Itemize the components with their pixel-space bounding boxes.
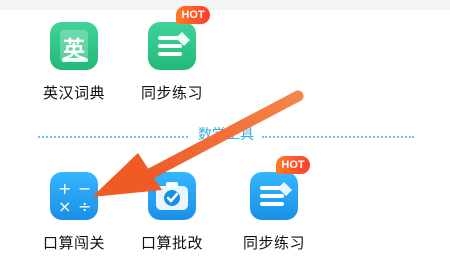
sync-practice-label-top: 同步练习 [140,84,203,102]
english-char: 英 [62,38,85,63]
mental-math-challenge-label: 口算闯关 [42,234,105,252]
mental-math-challenge-tile[interactable]: + − × ÷ 口算闯关 [24,160,124,280]
notebook-pen-icon [250,172,298,220]
english-dictionary-label: 英汉词典 [42,84,105,102]
sync-practice-tile-top[interactable]: HOT 同步练习 [122,6,222,130]
calculator-icon: + − × ÷ [50,172,98,220]
camera-check-icon [148,172,196,220]
hot-badge: HOT [276,156,310,174]
sync-practice-label-bottom: 同步练习 [242,234,305,252]
book-icon: 英 [50,22,98,70]
svg-text:−: − [78,179,91,198]
svg-text:+: + [58,179,71,198]
notebook-pen-icon [148,22,196,70]
top-strip [0,0,450,10]
english-dictionary-tile[interactable]: 英 英汉词典 [24,10,124,130]
svg-text:×: × [58,197,71,216]
section-divider-left [38,136,188,138]
sync-practice-tile-bottom[interactable]: HOT 同步练习 [224,156,324,280]
hot-badge: HOT [176,6,210,24]
section-divider-right [262,136,414,138]
mental-math-grading-tile[interactable]: 口算批改 [122,160,222,280]
svg-text:÷: ÷ [78,197,91,216]
mental-math-grading-label: 口算批改 [140,234,203,252]
section-title: 数学工具 [198,127,254,143]
